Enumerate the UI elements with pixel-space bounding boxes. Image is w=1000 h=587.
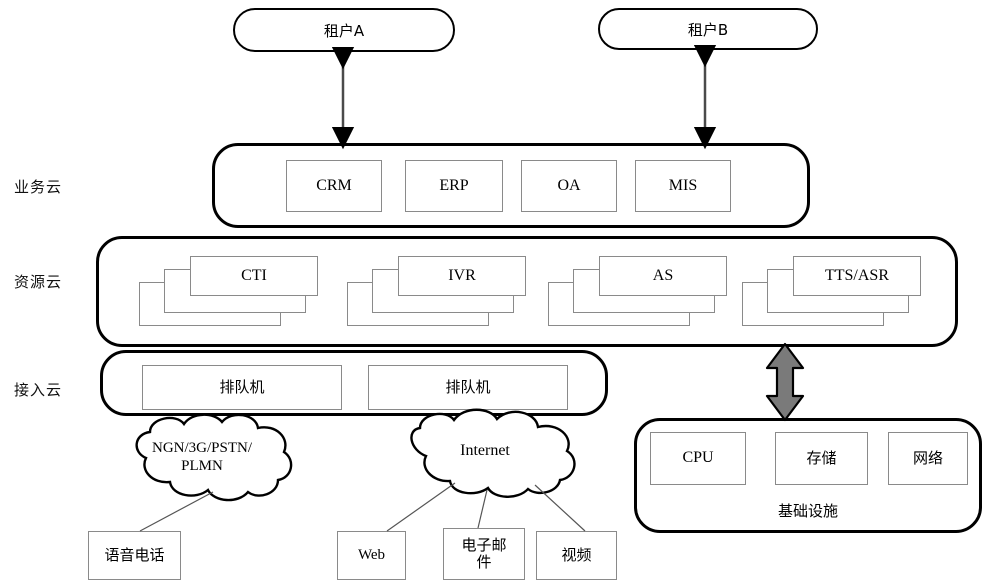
resource-cloud-item-ivr[interactable]: IVR [398,256,526,296]
resource-cloud-item-cti[interactable]: CTI [190,256,318,296]
business-cloud-item-oa-label: OA [557,176,581,194]
business-cloud-item-mis[interactable]: MIS [635,160,731,212]
access-cloud-item-queue-2[interactable]: 排队机 [368,365,568,410]
endpoint-video[interactable]: 视频 [536,531,617,580]
endpoint-web-label: Web [357,546,386,563]
access-cloud-item-queue-2-label: 排队机 [445,377,491,396]
endpoint-web[interactable]: Web [337,531,406,580]
tenant-a-label: 租户A [323,21,365,40]
infrastructure-item-network[interactable]: 网络 [888,432,968,485]
leader-internet-to-video [534,484,586,532]
leader-internet-to-web [386,482,456,532]
resource-cloud-item-cti-label: CTI [241,266,267,284]
ngn-cloud-shape[interactable] [135,413,293,502]
tenant-b-node[interactable]: 租户B [598,8,818,50]
infrastructure-item-storage-label: 存储 [806,448,837,467]
business-cloud-item-mis-label: MIS [668,176,698,194]
ngn-cloud-label: NGN/3G/PSTN/ PLMN [151,440,252,474]
endpoint-email-label: 电子邮 件 [461,535,507,571]
infrastructure-item-storage[interactable]: 存储 [775,432,868,485]
resource-cloud-item-as[interactable]: AS [599,256,727,296]
resource-cloud-item-as-label: AS [652,266,674,284]
connector-resource-to-infrastructure [765,342,805,422]
business-cloud-item-crm-label: CRM [316,176,352,194]
leader-ngn-to-voice [139,491,214,532]
resource-cloud-item-ivr-label: IVR [448,266,476,284]
layer-label-access-cloud: 接入云 [14,381,63,399]
endpoint-email[interactable]: 电子邮 件 [443,528,525,580]
endpoint-voice-call[interactable]: 语音电话 [88,531,181,580]
architecture-diagram: 租户A 租户B 业务云 资源云 接入云 CRM ERP OA MIS CTI I… [0,0,1000,587]
infrastructure-item-cpu[interactable]: CPU [650,432,746,485]
endpoint-video-label: 视频 [561,545,592,564]
business-cloud-item-crm[interactable]: CRM [286,160,382,212]
tenant-b-label: 租户B [687,20,729,39]
resource-cloud-item-tts-asr-label: TTS/ASR [824,266,889,284]
leader-internet-to-email [477,489,488,529]
internet-cloud-label: Internet [460,442,510,459]
business-cloud-item-erp[interactable]: ERP [405,160,503,212]
infrastructure-caption: 基础设施 [777,502,838,520]
business-cloud-item-oa[interactable]: OA [521,160,617,212]
infrastructure-item-network-label: 网络 [912,448,943,467]
internet-cloud-shape[interactable] [410,408,576,498]
access-cloud-item-queue-1-label: 排队机 [219,377,265,396]
infrastructure-item-cpu-label: CPU [682,449,714,467]
access-cloud-item-queue-1[interactable]: 排队机 [142,365,342,410]
layer-label-business-cloud: 业务云 [14,178,63,196]
layer-label-resource-cloud: 资源云 [14,273,63,291]
resource-cloud-item-tts-asr[interactable]: TTS/ASR [793,256,921,296]
tenant-a-node[interactable]: 租户A [233,8,455,52]
business-cloud-item-erp-label: ERP [439,176,469,194]
endpoint-voice-call-label: 语音电话 [104,545,165,564]
